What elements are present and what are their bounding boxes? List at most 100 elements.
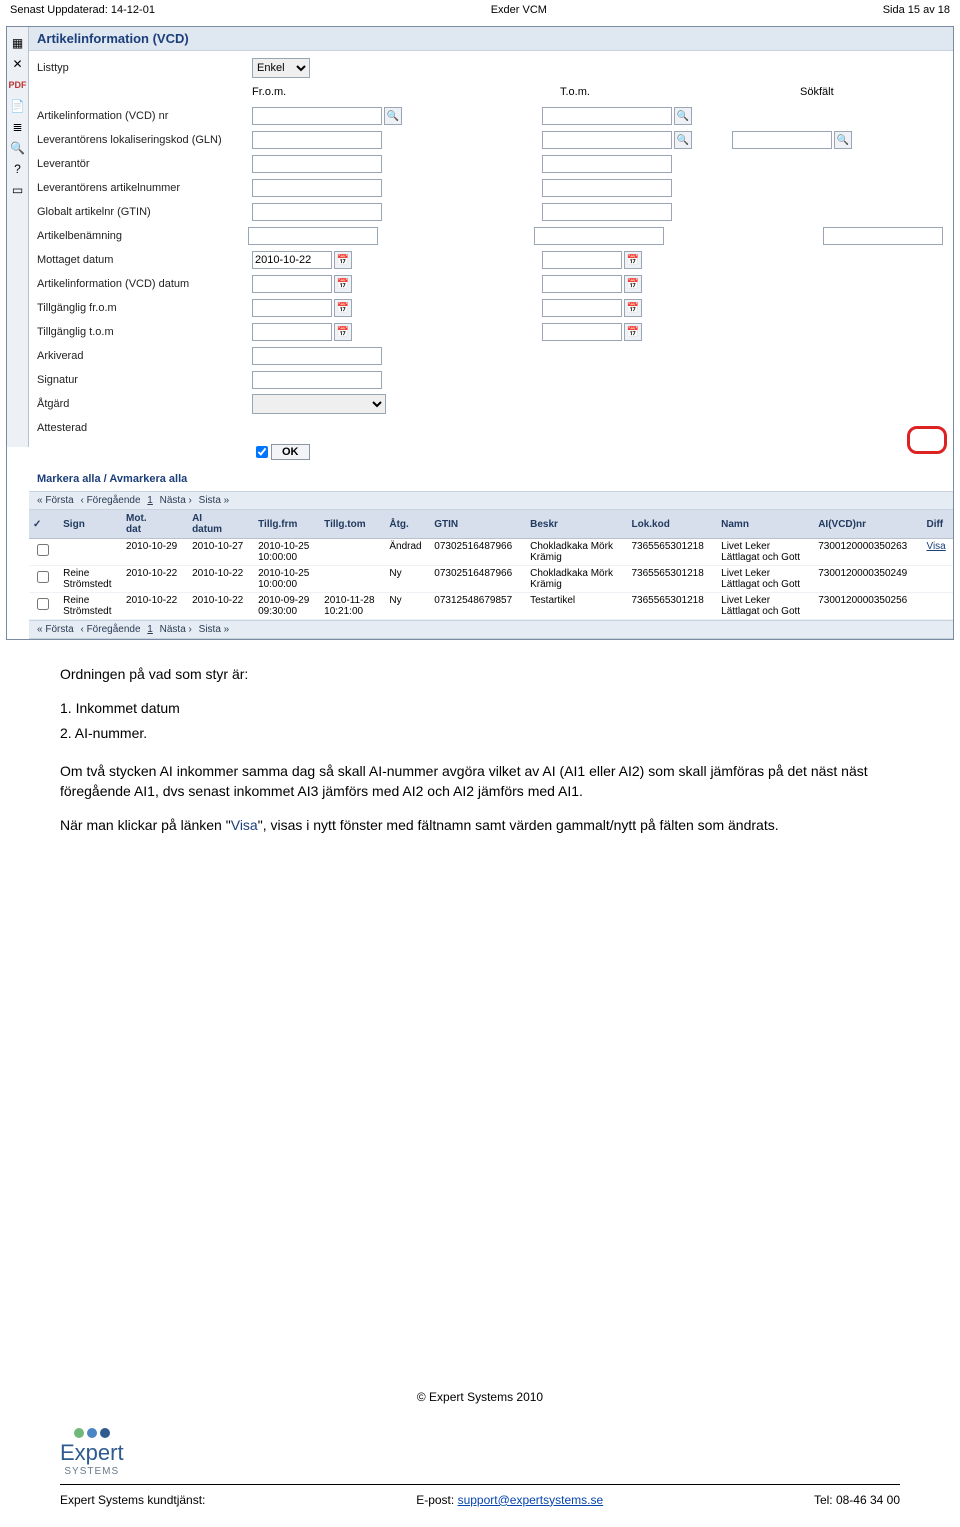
ai-datum-to-input[interactable] (542, 275, 622, 293)
list-icon[interactable]: ≣ (9, 118, 27, 136)
col-header[interactable]: Sign (59, 510, 122, 539)
search-icon[interactable]: 🔍 (9, 139, 27, 157)
doc-header-center: Exder VCM (491, 4, 547, 16)
artben-to-input[interactable] (534, 227, 664, 245)
ai-datum-from-input[interactable] (252, 275, 332, 293)
ai-nr-to-input[interactable] (542, 107, 672, 125)
row-checkbox[interactable] (37, 571, 49, 583)
doc-icon[interactable]: 📄 (9, 97, 27, 115)
col-header[interactable]: Mot.dat (122, 510, 188, 539)
tilltom-from-input[interactable] (252, 323, 332, 341)
calendar-icon[interactable]: 📅 (624, 299, 642, 317)
label-from: Fr.o.m. (252, 86, 390, 98)
cell-frm: 2010-10-2510:00:00 (254, 566, 320, 593)
lev-artnr-from-input[interactable] (252, 179, 382, 197)
confirm-checkbox[interactable] (256, 446, 268, 458)
row-checkbox[interactable] (37, 544, 49, 556)
help-icon[interactable]: ? (9, 160, 27, 178)
pager-first[interactable]: « Första (37, 624, 74, 635)
artben-from-input[interactable] (248, 227, 378, 245)
gtin-from-input[interactable] (252, 203, 382, 221)
mottaget-from-input[interactable] (252, 251, 332, 269)
gln-sok-input[interactable] (732, 131, 832, 149)
label-artben: Artikelbenämning (37, 230, 248, 242)
cell-ainr: 7300120000350256 (814, 593, 922, 620)
table-row: 2010-10-292010-10-272010-10-2510:00:00Än… (29, 539, 953, 566)
lookup-icon[interactable]: 🔍 (674, 131, 692, 149)
cell-lok: 7365565301218 (628, 593, 718, 620)
pdf-icon[interactable]: PDF (9, 76, 27, 94)
tilltom-to-input[interactable] (542, 323, 622, 341)
cell-diff (922, 593, 953, 620)
calendar-icon[interactable]: 📅 (334, 275, 352, 293)
cell-ainr: 7300120000350263 (814, 539, 922, 566)
lookup-icon[interactable]: 🔍 (834, 131, 852, 149)
pager-first[interactable]: « Första (37, 495, 74, 506)
lookup-icon[interactable]: 🔍 (384, 107, 402, 125)
listtyp-select[interactable]: Enkel (252, 58, 310, 78)
lev-to-input[interactable] (542, 155, 672, 173)
unmark-all-link[interactable]: Avmarkera alla (109, 473, 187, 485)
label-gtin: Globalt artikelnr (GTIN) (37, 206, 252, 218)
gln-from-input[interactable] (252, 131, 382, 149)
tillfrom-from-input[interactable] (252, 299, 332, 317)
visa-link[interactable]: Visa (926, 541, 945, 552)
mark-all-link[interactable]: Markera alla (37, 473, 101, 485)
pager-page[interactable]: 1 (147, 624, 153, 635)
pager-next[interactable]: Nästa › (160, 495, 192, 506)
calendar-icon[interactable]: 📅 (334, 323, 352, 341)
lev-artnr-to-input[interactable] (542, 179, 672, 197)
col-header[interactable]: Diff (922, 510, 953, 539)
logo-text: Expert (60, 1440, 124, 1466)
col-header[interactable]: Lok.kod (628, 510, 718, 539)
col-header[interactable]: Åtg. (385, 510, 430, 539)
calendar-icon[interactable]: 📅 (624, 251, 642, 269)
tillfrom-to-input[interactable] (542, 299, 622, 317)
row-checkbox[interactable] (37, 598, 49, 610)
arkiverad-input[interactable] (252, 347, 382, 365)
footer-mid: E-post: support@expertsystems.se (416, 1493, 603, 1507)
support-email-link[interactable]: support@expertsystems.se (458, 1493, 604, 1507)
col-header[interactable]: ✓ (29, 510, 59, 539)
cell-beskr: Chokladkaka MörkKrämig (526, 566, 627, 593)
cell-ai: 2010-10-22 (188, 593, 254, 620)
signatur-input[interactable] (252, 371, 382, 389)
pager-top: « Första ‹ Föregående 1 Nästa › Sista » (29, 491, 953, 510)
col-header[interactable]: AI(VCD)nr (814, 510, 922, 539)
calendar-icon[interactable]: 📅 (334, 251, 352, 269)
gln-to-input[interactable] (542, 131, 672, 149)
cell-sign (59, 539, 122, 566)
cell-atg: Ändrad (385, 539, 430, 566)
label-mottaget: Mottaget datum (37, 254, 252, 266)
mottaget-to-input[interactable] (542, 251, 622, 269)
grid-icon[interactable]: ▦ (9, 34, 27, 52)
atgard-select[interactable] (252, 394, 386, 414)
calendar-icon[interactable]: 📅 (624, 323, 642, 341)
gtin-to-input[interactable] (542, 203, 672, 221)
cell-gtin: 07302516487966 (430, 566, 526, 593)
pager-last[interactable]: Sista » (199, 624, 230, 635)
calendar-icon[interactable]: 📅 (334, 299, 352, 317)
pager-prev[interactable]: ‹ Föregående (80, 495, 140, 506)
col-header[interactable]: GTIN (430, 510, 526, 539)
lookup-icon[interactable]: 🔍 (674, 107, 692, 125)
col-header[interactable]: Namn (717, 510, 814, 539)
pager-next[interactable]: Nästa › (160, 624, 192, 635)
col-header[interactable]: AIdatum (188, 510, 254, 539)
lev-from-input[interactable] (252, 155, 382, 173)
pager-prev[interactable]: ‹ Föregående (80, 624, 140, 635)
calendar-icon[interactable]: 📅 (624, 275, 642, 293)
col-header[interactable]: Tillg.frm (254, 510, 320, 539)
pager-last[interactable]: Sista » (199, 495, 230, 506)
ai-nr-from-input[interactable] (252, 107, 382, 125)
logo: Expert SYSTEMS (60, 1428, 124, 1477)
ok-button[interactable]: OK (271, 444, 310, 460)
artben-sok-input[interactable] (823, 227, 943, 245)
pager-page[interactable]: 1 (147, 495, 153, 506)
close-icon[interactable]: ✕ (9, 55, 27, 73)
col-header[interactable]: Beskr (526, 510, 627, 539)
label-gln: Leverantörens lokaliseringskod (GLN) (37, 134, 252, 146)
label-ai-nr: Artikelinformation (VCD) nr (37, 110, 252, 122)
report-icon[interactable]: ▭ (9, 181, 27, 199)
col-header[interactable]: Tillg.tom (320, 510, 385, 539)
